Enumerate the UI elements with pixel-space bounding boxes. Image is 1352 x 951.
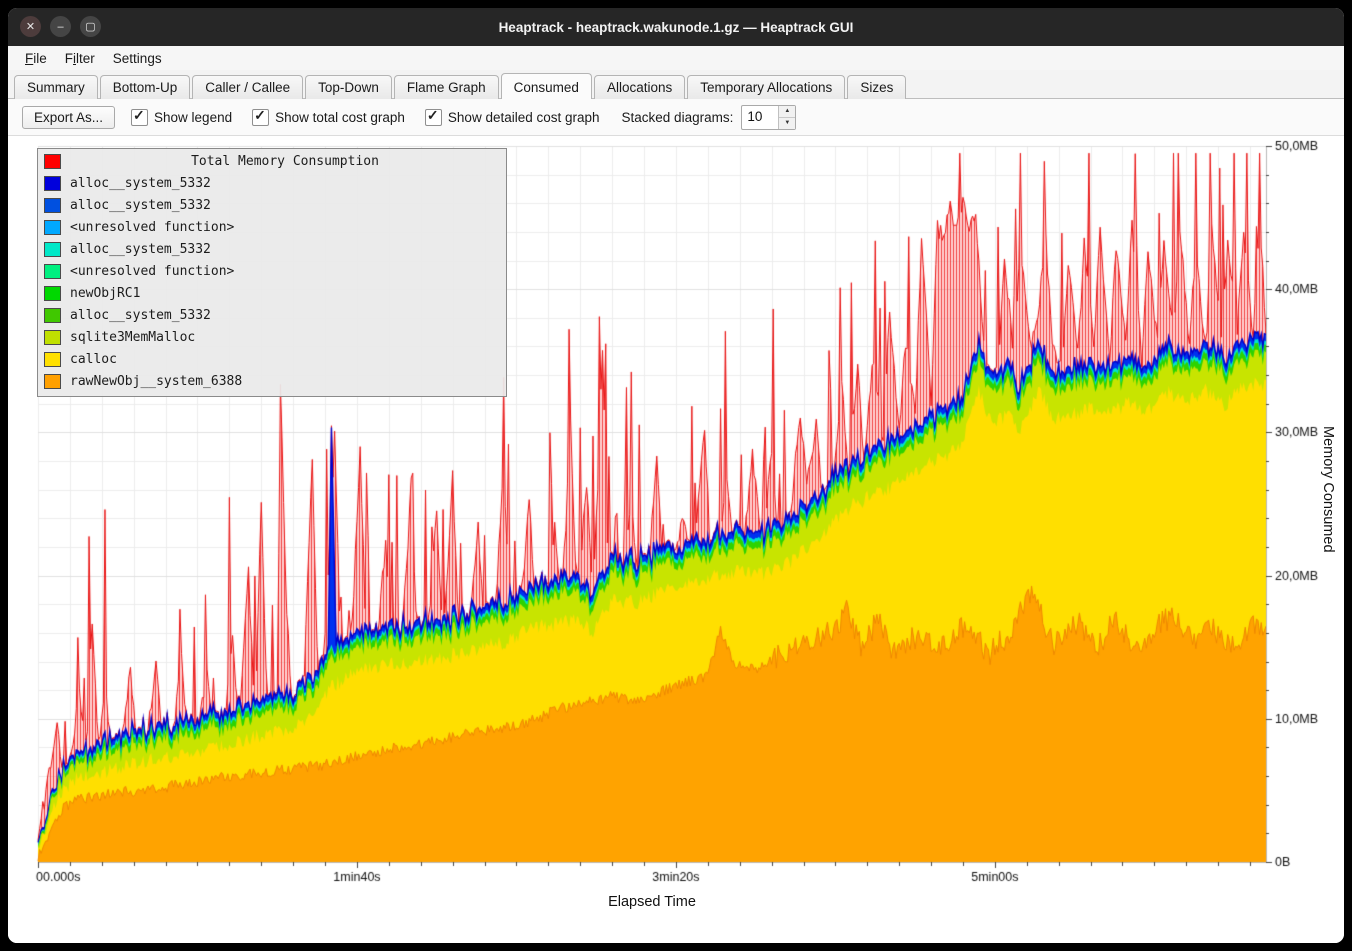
legend-swatch: [44, 242, 61, 257]
legend-swatch: [44, 352, 61, 367]
tab-bottom-up[interactable]: Bottom-Up: [100, 75, 191, 99]
stacked-diagrams-label: Stacked diagrams:: [622, 110, 734, 125]
export-as-button[interactable]: Export As...: [22, 106, 115, 129]
x-axis-label: Elapsed Time: [38, 894, 1266, 910]
legend-item: <unresolved function>: [38, 216, 506, 238]
window-title: Heaptrack - heaptrack.wakunode.1.gz — He…: [8, 8, 1344, 46]
stacked-diagrams-value: 10: [742, 106, 778, 129]
menu-filter[interactable]: Filter: [56, 49, 104, 68]
legend-item: alloc__system_5332: [38, 238, 506, 260]
menu-settings[interactable]: Settings: [104, 49, 171, 68]
legend-item: alloc__system_5332: [38, 304, 506, 326]
spin-up-button[interactable]: ▲: [779, 106, 795, 118]
tab-top-down[interactable]: Top-Down: [305, 75, 392, 99]
chart-panel: Total Memory Consumption alloc__system_53…: [8, 136, 1344, 943]
legend-title: Total Memory Consumption: [70, 154, 500, 169]
tab-flame-graph[interactable]: Flame Graph: [394, 75, 499, 99]
stacked-diagrams-spinbox[interactable]: 10 ▲ ▼: [741, 105, 796, 130]
legend-item: sqlite3MemMalloc: [38, 326, 506, 348]
legend-swatch: [44, 154, 61, 169]
menu-file[interactable]: File: [16, 49, 56, 68]
tab-caller-callee[interactable]: Caller / Callee: [192, 75, 303, 99]
legend-swatch: [44, 286, 61, 301]
checkbox-show-detailed-cost-graph[interactable]: Show detailed cost graph: [425, 109, 600, 126]
legend-item: rawNewObj__system_6388: [38, 370, 506, 392]
legend-item: calloc: [38, 348, 506, 370]
checkbox-box: [425, 109, 442, 126]
chart-legend: Total Memory Consumption alloc__system_53…: [37, 148, 507, 397]
tab-allocations[interactable]: Allocations: [594, 75, 685, 99]
tab-temporary-allocations[interactable]: Temporary Allocations: [687, 75, 845, 99]
tab-sizes[interactable]: Sizes: [847, 75, 906, 99]
tab-consumed[interactable]: Consumed: [501, 73, 592, 99]
checkbox-show-legend[interactable]: Show legend: [131, 109, 232, 126]
checkbox-group: Show legend Show total cost graph Show det…: [131, 109, 600, 126]
app-window: ✕ – ▢ Heaptrack - heaptrack.wakunode.1.g…: [8, 8, 1344, 943]
spin-buttons: ▲ ▼: [778, 106, 795, 129]
legend-swatch: [44, 264, 61, 279]
legend-swatch: [44, 198, 61, 213]
legend-item: alloc__system_5332: [38, 194, 506, 216]
checkbox-show-total-cost-graph[interactable]: Show total cost graph: [252, 109, 405, 126]
y-axis-label: Memory Consumed: [1320, 426, 1336, 553]
titlebar: ✕ – ▢ Heaptrack - heaptrack.wakunode.1.g…: [8, 8, 1344, 46]
checkbox-box: [252, 109, 269, 126]
legend-title-row: Total Memory Consumption: [38, 150, 506, 172]
legend-swatch: [44, 374, 61, 389]
tab-bar: SummaryBottom-UpCaller / CalleeTop-DownF…: [8, 70, 1344, 99]
spin-down-button[interactable]: ▼: [779, 118, 795, 129]
legend-item: alloc__system_5332: [38, 172, 506, 194]
legend-item: <unresolved function>: [38, 260, 506, 282]
tab-summary[interactable]: Summary: [14, 75, 98, 99]
legend-item: newObjRC1: [38, 282, 506, 304]
menubar: FileFilterSettings: [8, 46, 1344, 70]
toolbar: Export As... Show legend Show total cost …: [8, 99, 1344, 136]
checkbox-box: [131, 109, 148, 126]
legend-swatch: [44, 330, 61, 345]
legend-swatch: [44, 176, 61, 191]
legend-swatch: [44, 308, 61, 323]
legend-swatch: [44, 220, 61, 235]
